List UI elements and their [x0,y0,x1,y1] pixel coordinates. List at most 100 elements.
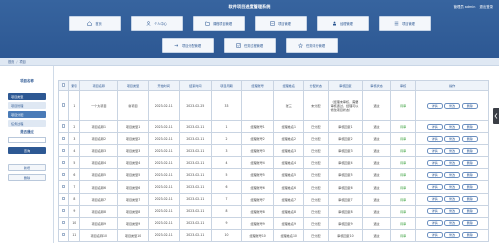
row-checkbox[interactable] [62,124,66,128]
edit-button[interactable]: 修改 [444,171,461,178]
table-row[interactable]: 4 项目名称3 项目类型3 2023-02-11 2023-02-11 3 经理账号3 经理姓… [58,144,489,158]
row-checkbox[interactable] [62,197,66,201]
manager-icon [332,21,337,26]
edit-button[interactable]: 修改 [444,102,461,109]
filter-title: 是否通过 [20,130,34,134]
user-greeting: 管理员 admin [453,5,476,9]
cell-status: 待审 [389,168,417,182]
table-row[interactable]: 3 项目名称2 项目类型2 2023-02-11 2023-02-11 2 经理账号2 经理姓… [58,132,489,146]
edit-button[interactable]: 修改 [444,159,461,166]
table-row[interactable]: 9 项目名称8 项目类型8 2023-02-11 2023-02-11 8 经理账号8 经理姓… [58,204,489,218]
cell-name: 一个大项目 [79,90,119,121]
cell-status: 待审 [389,228,417,242]
delete-row-button[interactable]: 删除 [461,159,478,166]
detail-button[interactable]: 详情 [426,135,443,142]
assign-icon [174,43,179,48]
detail-button[interactable]: 详情 [426,208,443,215]
filter-input[interactable] [8,137,46,143]
nav-button[interactable]: 项目管理 [254,16,307,31]
table-row[interactable]: 11 项目名称10 项目类型10 2023-02-11 2023-02-11 10 经理账号… [58,228,489,242]
detail-button[interactable]: 详情 [426,102,443,109]
query-button[interactable]: 查询 [8,147,46,154]
logout-link[interactable]: 退出登录 [479,4,493,9]
delete-row-button[interactable]: 删除 [461,171,478,178]
edit-button[interactable]: 修改 [444,196,461,203]
nav-button[interactable]: 任务过程管理 [223,38,276,53]
row-checkbox[interactable] [62,103,66,107]
table-row[interactable]: 5 项目名称4 项目类型4 2023-02-11 2023-02-11 4 经理账号4 经理姓… [58,156,489,170]
edit-button[interactable]: 修改 [444,135,461,142]
table-row[interactable]: 8 项目名称7 项目类型7 2023-02-11 2023-02-11 7 经理账号7 经理姓… [58,192,489,206]
table-row[interactable]: 7 项目名称6 项目类型6 2023-02-11 2023-02-11 6 经理账号6 经理姓… [58,180,489,194]
nav-button[interactable]: 项目分配管理 [161,38,214,53]
cell-type: 项目类型1 [117,119,149,134]
table-row[interactable]: 2 项目名称1 项目类型1 2023-02-11 2023-02-11 1 经理账号1 经理姓… [58,119,489,134]
table-row[interactable]: 1 一个大项目 新项目 2023-02-11 2023-02-25 33 张三 未分配 （经理未… [58,90,489,121]
nav-button[interactable]: 课程项目管理 [192,16,245,31]
row-checkbox[interactable] [62,160,66,164]
row-checkbox[interactable] [62,209,66,213]
table-row[interactable]: 10 项目名称9 项目类型9 2023-02-11 2023-02-11 9 经理账号9 经理… [58,216,489,230]
column-header: 项目类型 [117,80,149,91]
select-all-header[interactable] [58,80,70,91]
row-checkbox[interactable] [62,233,66,237]
delete-row-button[interactable]: 删除 [461,196,478,203]
cell-status: 待审 [389,216,417,230]
cell-assign: 已分配 [303,192,329,206]
cell-start: 2023-02-11 [147,216,180,230]
cell-review: 通过 [362,180,391,194]
row-checkbox[interactable] [62,148,66,152]
edit-button[interactable]: 修改 [444,232,461,239]
breadcrumb-home[interactable]: 首页 [8,59,14,64]
add-button[interactable]: 新增 [8,164,46,171]
delete-row-button[interactable]: 删除 [461,102,478,109]
nav-button[interactable]: 经理管理 [316,16,369,31]
nav-button[interactable]: 首页 [68,16,121,31]
detail-button[interactable]: 详情 [426,147,443,154]
nav-button[interactable]: 个人中心 [130,16,183,31]
detail-button[interactable]: 详情 [426,159,443,166]
cell-type: 项目类型6 [117,180,149,194]
edit-button[interactable]: 修改 [444,208,461,215]
edit-button[interactable]: 修改 [444,147,461,154]
table-row[interactable]: 6 项目名称5 项目类型5 2023-02-11 2023-02-11 5 经理账号5 经理姓… [58,168,489,182]
side-panel-toggle[interactable] [493,108,499,124]
cell-idx: 6 [68,168,81,182]
delete-row-button[interactable]: 删除 [461,184,478,191]
detail-button[interactable]: 详情 [426,184,443,191]
detail-button[interactable]: 详情 [426,196,443,203]
sidebar-item-task-process[interactable]: 任务过程 [8,120,46,127]
sidebar-item-project-manage[interactable]: 项目管理 [8,102,46,109]
detail-button[interactable]: 详情 [426,232,443,239]
column-header: 经理账号 [240,80,275,91]
nav-button[interactable]: 任务评分管理 [285,38,338,53]
cell-review: 通过 [362,132,391,146]
select-all-checkbox[interactable] [62,83,66,87]
delete-row-button[interactable]: 删除 [461,123,478,130]
cell-end: 2023-02-11 [178,132,213,146]
delete-row-button[interactable]: 删除 [461,135,478,142]
delete-row-button[interactable]: 删除 [461,208,478,215]
row-checkbox[interactable] [62,184,66,189]
row-checkbox[interactable] [62,172,66,177]
edit-button[interactable]: 修改 [444,184,461,191]
cell-review: 通过 [362,144,391,158]
delete-row-button[interactable]: 删除 [461,232,478,239]
cell-mgr-acct: 经理账号4 [240,156,275,170]
row-actions: 详情 修改 删除 [415,144,489,158]
cell-assign: 已分配 [303,180,329,194]
delete-row-button[interactable]: 删除 [461,147,478,154]
cell-start: 2023-02-11 [147,192,180,206]
edit-button[interactable]: 修改 [444,220,461,227]
row-checkbox[interactable] [62,221,66,225]
nav-button[interactable]: 项目管理 [378,16,431,31]
detail-button[interactable]: 详情 [426,123,443,130]
sidebar-item-project-assign[interactable]: 项目分配 [8,111,46,118]
detail-button[interactable]: 详情 [426,220,443,227]
delete-button[interactable]: 删除 [8,174,46,181]
row-checkbox[interactable] [62,136,66,140]
detail-button[interactable]: 详情 [426,171,443,178]
delete-row-button[interactable]: 删除 [461,220,478,227]
sidebar-item-project-type[interactable]: 项目类型 [8,93,46,100]
edit-button[interactable]: 修改 [444,123,461,130]
